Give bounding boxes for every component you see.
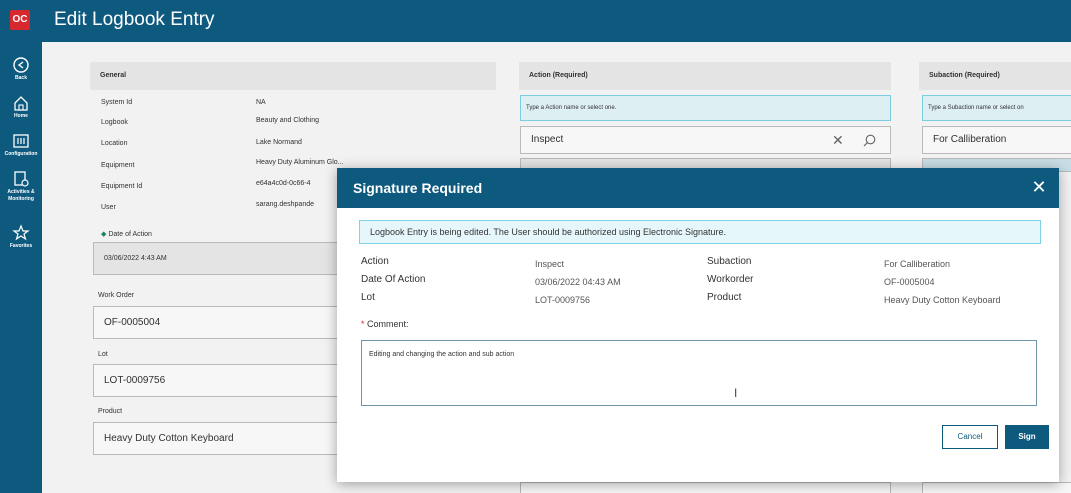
- sidebar-item-favorites[interactable]: Favorites: [0, 224, 42, 250]
- sidebar-item-label: Back: [15, 75, 27, 81]
- detail-subaction-label: Subaction: [707, 256, 752, 267]
- sidebar-item-configuration[interactable]: Configuration: [0, 132, 42, 158]
- app-logo: OC: [10, 10, 30, 30]
- home-icon: [14, 96, 28, 111]
- comment-label-text: Comment:: [367, 319, 409, 329]
- page-title: Edit Logbook Entry: [54, 9, 215, 30]
- sidebar-item-label: Activities & Monitoring: [7, 189, 35, 202]
- dialog-header: Signature Required ✕: [337, 168, 1059, 208]
- detail-workorder-label: Workorder: [707, 274, 754, 285]
- detail-date-value: 03/06/2022 04:43 AM: [535, 277, 621, 287]
- sidebar-item-activities[interactable]: Activities & Monitoring: [0, 170, 42, 203]
- text-cursor-icon: I: [734, 386, 738, 400]
- comment-textarea[interactable]: Editing and changing the action and sub …: [361, 340, 1037, 406]
- sidebar-item-label: Configuration: [4, 151, 38, 157]
- sidebar: Back Home Configuration Activities & Mon…: [0, 42, 42, 493]
- signature-dialog: Signature Required ✕ Logbook Entry is be…: [337, 168, 1059, 482]
- info-banner: Logbook Entry is being edited. The User …: [359, 220, 1041, 244]
- detail-product-value: Heavy Duty Cotton Keyboard: [884, 295, 1001, 305]
- sidebar-item-label: Favorites: [9, 243, 33, 249]
- detail-subaction-value: For Calliberation: [884, 259, 951, 269]
- detail-lot-value: LOT-0009756: [535, 295, 591, 305]
- sidebar-item-back[interactable]: Back: [0, 56, 42, 82]
- activities-icon: [14, 171, 29, 187]
- detail-action-label: Action: [361, 256, 389, 267]
- back-icon: [13, 57, 29, 73]
- cancel-button[interactable]: Cancel: [942, 425, 998, 449]
- sidebar-item-home[interactable]: Home: [0, 94, 42, 120]
- star-icon: [12, 224, 30, 241]
- detail-product-label: Product: [707, 292, 742, 303]
- dialog-title: Signature Required: [353, 180, 483, 196]
- close-icon[interactable]: ✕: [1029, 177, 1049, 197]
- title-bar: OC Edit Logbook Entry: [0, 0, 1071, 42]
- detail-workorder-value: OF-0005004: [884, 277, 935, 287]
- configuration-icon: [13, 134, 29, 148]
- sign-button[interactable]: Sign: [1005, 425, 1049, 449]
- comment-label: * Comment:: [361, 319, 409, 329]
- detail-lot-label: Lot: [361, 292, 375, 303]
- sidebar-item-label: Home: [14, 113, 28, 119]
- detail-action-value: Inspect: [535, 259, 565, 269]
- detail-date-label: Date Of Action: [361, 274, 426, 285]
- app-window: OC Edit Logbook Entry Back Home Configur…: [0, 0, 1071, 493]
